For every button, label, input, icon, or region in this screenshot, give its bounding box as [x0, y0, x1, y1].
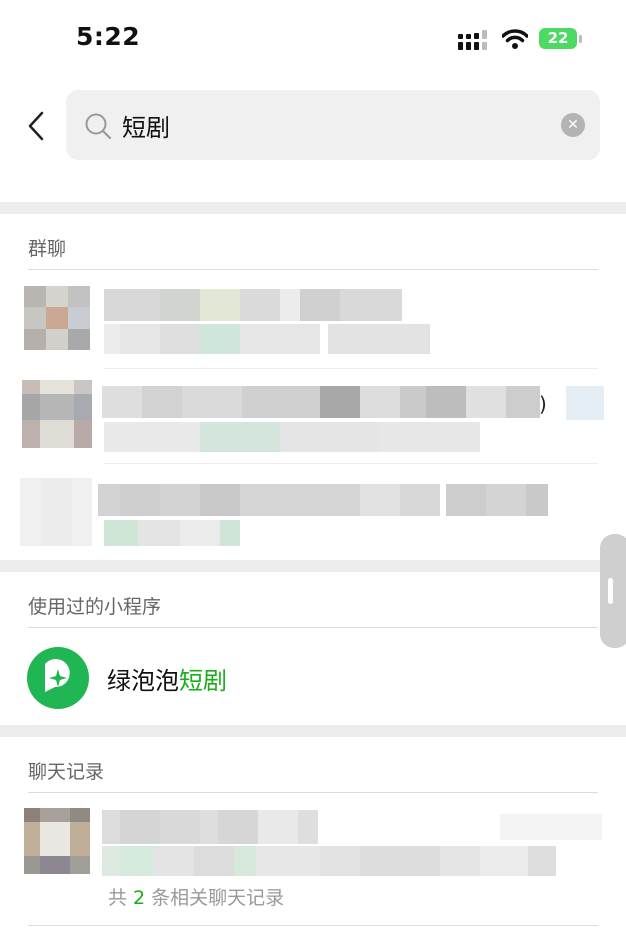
- section-separator: [28, 627, 598, 628]
- chat-avatar[interactable]: [24, 808, 90, 874]
- group-name-redacted[interactable]: [104, 289, 402, 321]
- chat-message-redacted: [102, 846, 556, 876]
- group-name-redacted: [566, 386, 604, 420]
- group-subtitle-redacted: [104, 422, 480, 452]
- group-subtitle-redacted: [104, 520, 240, 546]
- row-separator: [104, 368, 598, 369]
- row-separator: [104, 463, 598, 464]
- status-time: 5:22: [76, 22, 141, 51]
- section-separator: [28, 925, 598, 926]
- section-title-mini-programs: 使用过的小程序: [28, 596, 162, 618]
- chat-time-redacted: [500, 814, 602, 840]
- section-title-chat-history: 聊天记录: [28, 761, 105, 783]
- back-chevron-icon[interactable]: [24, 110, 48, 142]
- chat-name-redacted[interactable]: [102, 810, 318, 844]
- clear-icon[interactable]: ✕: [561, 113, 585, 137]
- cellular-signal-icon: [458, 30, 487, 50]
- section-separator: [28, 792, 598, 793]
- group-avatar[interactable]: [20, 478, 92, 546]
- section-divider: [0, 202, 626, 214]
- section-divider: [0, 725, 626, 737]
- drag-handle-grip: [608, 578, 613, 604]
- search-input[interactable]: [122, 107, 542, 143]
- side-drag-handle[interactable]: [600, 534, 626, 648]
- related-chat-count[interactable]: 共 2 条相关聊天记录: [108, 883, 284, 910]
- mini-program-item[interactable]: [0, 630, 600, 722]
- mini-program-logo-icon: [27, 647, 89, 709]
- search-icon: [85, 113, 112, 140]
- group-subtitle-redacted: [104, 324, 430, 354]
- section-separator: [28, 269, 598, 270]
- section-title-group-chats: 群聊: [28, 238, 67, 260]
- section-divider: [0, 560, 626, 572]
- group-name-redacted[interactable]: [98, 484, 548, 516]
- wifi-icon: [502, 29, 528, 49]
- group-avatar[interactable]: [22, 380, 92, 448]
- group-name-redacted[interactable]: [102, 386, 540, 418]
- group-avatar[interactable]: [24, 286, 90, 350]
- battery-nub: [579, 35, 582, 43]
- battery-icon: 22: [539, 28, 577, 49]
- mini-program-name: 绿泡泡短剧: [107, 667, 227, 695]
